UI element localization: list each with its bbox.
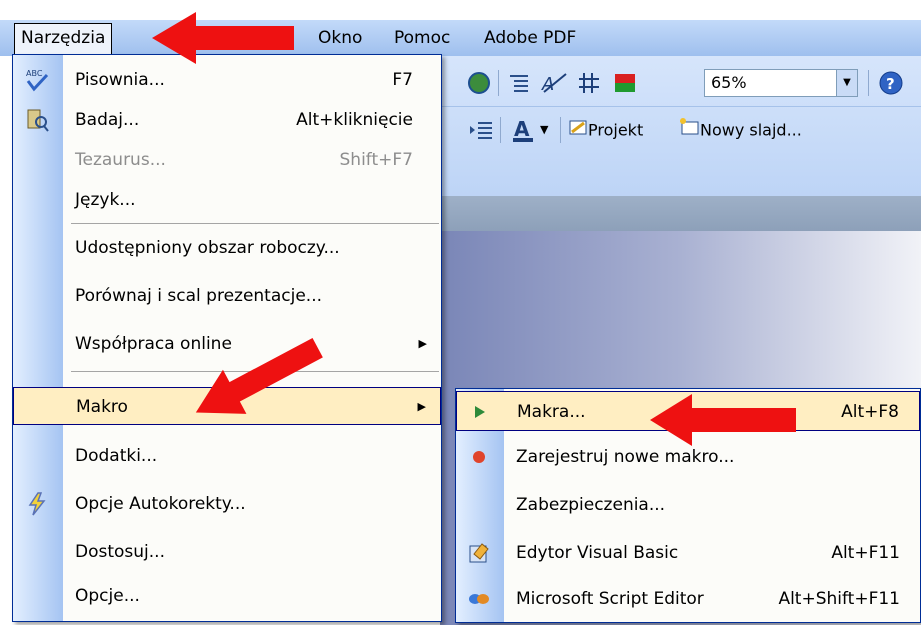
menu-pomoc[interactable]: Pomoc <box>388 24 456 52</box>
research-icon <box>23 107 51 133</box>
vba-editor-icon <box>466 540 492 566</box>
menu-item-label: Opcje... <box>75 586 140 606</box>
svg-text:A: A <box>514 117 530 141</box>
new-slide-icon <box>678 117 700 145</box>
menu-item-language[interactable]: Język... <box>13 181 441 219</box>
design-label: Projekt <box>588 120 644 140</box>
menu-item-thesaurus: Tezaurus... Shift+F7 <box>13 141 441 179</box>
menu-item-label: Tezaurus... <box>75 150 166 170</box>
pane-header-strip <box>440 196 921 231</box>
grid-icon[interactable] <box>576 70 602 96</box>
submenu-item-label: Microsoft Script Editor <box>516 589 704 609</box>
menu-item-compare-merge[interactable]: Porównaj i scal prezentacje... <box>13 277 441 315</box>
menu-item-label: Porównaj i scal prezentacje... <box>75 286 323 306</box>
menu-bar: Narzędzia Okno Pomoc Adobe PDF <box>0 20 921 56</box>
submenu-item-shortcut: Alt+Shift+F11 <box>778 589 900 609</box>
menu-item-customize[interactable]: Dostosuj... <box>13 533 441 571</box>
red-arrow-icon <box>650 394 796 446</box>
menu-item-label: Makro <box>76 397 128 417</box>
menu-adobe-pdf[interactable]: Adobe PDF <box>478 24 582 52</box>
color-grayscale-icon[interactable] <box>612 70 638 96</box>
zoom-value: 65% <box>711 73 747 92</box>
submenu-arrow-icon: ▶ <box>418 337 427 350</box>
submenu-item-shortcut: Alt+F8 <box>841 402 899 422</box>
submenu-item-label: Edytor Visual Basic <box>516 543 679 563</box>
menu-item-autocorrect-options[interactable]: Opcje Autokorekty... <box>13 485 441 523</box>
submenu-item-label: Makra... <box>517 402 586 422</box>
menu-item-label: Dostosuj... <box>75 542 165 562</box>
help-icon[interactable]: ? <box>878 70 904 96</box>
svg-text:ABC: ABC <box>26 69 43 78</box>
chevron-down-icon[interactable]: ▼ <box>836 70 857 96</box>
menu-item-label: Udostępniony obszar roboczy... <box>75 238 340 258</box>
increase-indent-icon[interactable] <box>468 117 494 143</box>
red-arrow-icon <box>152 12 294 64</box>
run-macro-icon <box>467 399 493 425</box>
submenu-arrow-icon: ▶ <box>417 400 426 413</box>
submenu-item-label: Zabezpieczenia... <box>516 495 666 515</box>
expand-all-icon[interactable] <box>506 70 532 96</box>
design-button[interactable]: Projekt <box>568 117 643 143</box>
toolbar-area: A 65% ▼ ? A ▼ Projekt Nowy slajd... <box>440 56 921 231</box>
menu-item-shortcut: F7 <box>392 70 413 90</box>
submenu-item-security[interactable]: Zabezpieczenia... <box>456 485 920 525</box>
menu-narzedzia[interactable]: Narzędzia <box>14 23 113 55</box>
menu-item-label: Dodatki... <box>75 446 158 466</box>
submenu-item-vba-editor[interactable]: Edytor Visual Basic Alt+F11 <box>456 533 920 573</box>
menu-item-shared-workspace[interactable]: Udostępniony obszar roboczy... <box>13 229 441 267</box>
spellcheck-icon: ABC <box>23 67 51 93</box>
toolbar-row-formatting: A ▼ Projekt Nowy slajd... <box>440 106 921 153</box>
menu-item-label: Język... <box>75 190 136 210</box>
toolbar-separator <box>560 117 561 143</box>
record-icon <box>466 444 492 470</box>
menu-item-shortcut: Shift+F7 <box>339 150 413 170</box>
toolbar-separator <box>500 117 501 143</box>
menu-okno[interactable]: Okno <box>312 24 368 52</box>
menu-item-options[interactable]: Opcje... <box>13 577 441 615</box>
menu-item-label: Badaj... <box>75 110 140 130</box>
script-editor-icon <box>466 586 492 612</box>
new-slide-label: Nowy slajd... <box>700 120 802 140</box>
menu-item-label: Opcje Autokorekty... <box>75 494 246 514</box>
svg-text:?: ? <box>886 75 895 93</box>
menu-item-shortcut: Alt+kliknięcie <box>296 110 413 130</box>
menu-separator <box>71 223 439 224</box>
new-slide-button[interactable]: Nowy slajd... <box>678 117 802 143</box>
menu-item-research[interactable]: Badaj... Alt+kliknięcie <box>13 101 441 139</box>
autocorrect-icon <box>23 491 51 517</box>
toolbar-separator <box>868 70 869 96</box>
submenu-item-shortcut: Alt+F11 <box>831 543 900 563</box>
zoom-combobox[interactable]: 65% ▼ <box>704 69 858 97</box>
show-formatting-icon[interactable]: A <box>540 70 570 96</box>
submenu-item-script-editor[interactable]: Microsoft Script Editor Alt+Shift+F11 <box>456 579 920 619</box>
hyperlink-icon[interactable] <box>466 70 492 96</box>
toolbar-separator <box>498 70 499 96</box>
font-color-icon[interactable]: A <box>510 117 536 143</box>
chevron-down-icon[interactable]: ▼ <box>540 117 548 143</box>
red-arrow-icon <box>195 337 323 414</box>
design-icon <box>568 117 588 145</box>
toolbar-row-standard: A 65% ▼ ? <box>440 60 921 106</box>
menu-item-addins[interactable]: Dodatki... <box>13 437 441 475</box>
